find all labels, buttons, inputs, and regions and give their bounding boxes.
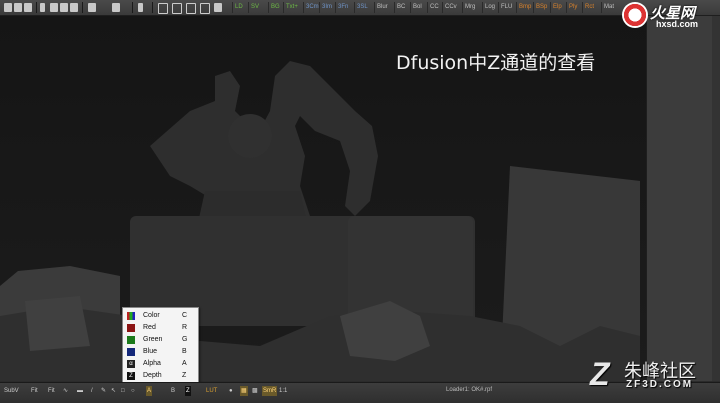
tool-bg[interactable]: BG [268,2,282,13]
tool-txt[interactable]: Txt+ [283,2,300,13]
new-file-icon[interactable] [4,3,12,12]
blue-swatch-icon [127,348,135,356]
logo-url-text: hxsd.com [656,19,699,29]
tool-elp[interactable]: Elp [550,2,564,13]
right-panel [646,16,720,381]
rectangle-tool-icon[interactable]: □ [120,386,126,396]
channel-select-button[interactable]: Z [185,386,191,396]
lock-icon[interactable]: ● [228,386,234,396]
menu-item-label: Alpha [143,360,161,367]
menu-item-label: Blue [143,348,158,355]
menu-item-shortcut: G [182,336,188,343]
depth-icon: Z [127,372,135,380]
menu-item-shortcut: A [182,360,187,367]
fit-button-1[interactable]: Fit [30,386,39,396]
menu-item-shortcut: C [182,312,188,319]
layout-2-icon[interactable] [172,3,182,14]
channel-menu: Color C Red R Green G Blue B α Alpha A Z… [122,307,199,384]
menu-item-label: Red [143,324,156,331]
tool-mrg[interactable]: Mrg [462,2,477,13]
save-icon[interactable] [24,3,32,12]
menu-item-alpha[interactable]: α Alpha A [123,358,198,370]
tool-3sl[interactable]: 3SL [354,2,370,13]
tool-bmp[interactable]: Bmp [516,2,533,13]
tool-3im[interactable]: 3Im [319,2,334,13]
b-buffer-button[interactable]: B [170,386,176,396]
menu-item-label: Color [143,312,160,319]
brush-tool-icon[interactable]: / [90,386,94,396]
gradient-tool-icon[interactable]: ▬ [76,386,84,396]
menu-item-shortcut: R [182,324,188,331]
tool-log[interactable]: Log [482,2,497,13]
layout-1-icon[interactable] [158,3,168,14]
open-file-icon[interactable] [14,3,22,12]
fit-button-2[interactable]: Fit [47,386,56,396]
tool-ccv[interactable]: CCv [442,2,459,13]
image-viewer[interactable]: Dfusion中Z通道的查看 [0,16,646,381]
layout-5-icon[interactable] [214,3,222,12]
delete-icon[interactable] [70,3,78,12]
tool-sv[interactable]: SV [248,2,261,13]
curve-tool-icon[interactable]: ∿ [62,386,69,396]
menu-item-label: Green [143,336,163,343]
tool-ld[interactable]: LD [232,2,245,13]
layout-4-icon[interactable] [200,3,210,14]
tool-bc[interactable]: BC [394,2,407,13]
checker-icon[interactable]: ▩ [251,386,259,396]
main-toolbar: LD SV BG Txt+ 3Cm 3Im 3Fn 3SL Blur BC Bo… [0,0,720,16]
zf3d-logo: Z 朱峰社区 ZF3D.COM [590,356,716,398]
hxsd-logo: 火星网 hxsd.com [622,2,716,32]
tool-rct[interactable]: Rct [582,2,596,13]
tool-blur[interactable]: Blur [374,2,390,13]
roi-icon[interactable]: ▦ [240,386,248,396]
menu-item-color[interactable]: Color C [123,310,198,322]
smr-button[interactable]: SmR [262,386,278,396]
tool-bol[interactable]: Bol [410,2,424,13]
rgb-icon [127,312,135,320]
menu-item-shortcut: Z [182,372,187,379]
logo-url-text: ZF3D.COM [626,379,694,390]
tool-3fn[interactable]: 3Fn [335,2,350,13]
a-buffer-button[interactable]: A [146,386,153,396]
green-swatch-icon [127,336,135,344]
arrow-tool-icon[interactable]: ↖ [110,386,117,396]
menu-item-label: Depth [143,372,162,379]
lut-button[interactable]: LUT [205,386,218,396]
logo-ring-icon [622,2,648,28]
layout-3-icon[interactable] [186,3,196,14]
cut-icon[interactable] [40,3,45,12]
logo-mark: Z [590,356,610,392]
redo-icon[interactable] [112,3,120,12]
overlay-title: Dfusion中Z通道的查看 [396,52,596,74]
arrow-icon[interactable] [138,3,143,12]
vertical-scrollbar[interactable] [712,16,720,381]
copy-icon[interactable] [50,3,58,12]
ellipse-tool-icon[interactable]: ○ [130,386,136,396]
menu-item-depth[interactable]: Z Depth Z [123,370,198,382]
tool-bsp[interactable]: BSp [533,2,549,13]
tool-cc[interactable]: CC [427,2,441,13]
alpha-icon: α [127,360,135,368]
menu-item-shortcut: B [182,348,187,355]
ratio-button[interactable]: 1:1 [278,386,288,396]
tool-mat[interactable]: Mat [601,2,616,13]
subview-button[interactable]: SubV [3,386,20,396]
menu-item-blue[interactable]: Blue B [123,346,198,358]
paste-icon[interactable] [60,3,68,12]
menu-item-green[interactable]: Green G [123,334,198,346]
pen-tool-icon[interactable]: ✎ [100,386,107,396]
undo-icon[interactable] [88,3,96,12]
red-swatch-icon [127,324,135,332]
loader-status: Loader1: OK#.rpf [446,387,493,393]
tool-ply[interactable]: Ply [566,2,579,13]
tool-flu[interactable]: FLU [498,2,514,13]
menu-item-red[interactable]: Red R [123,322,198,334]
